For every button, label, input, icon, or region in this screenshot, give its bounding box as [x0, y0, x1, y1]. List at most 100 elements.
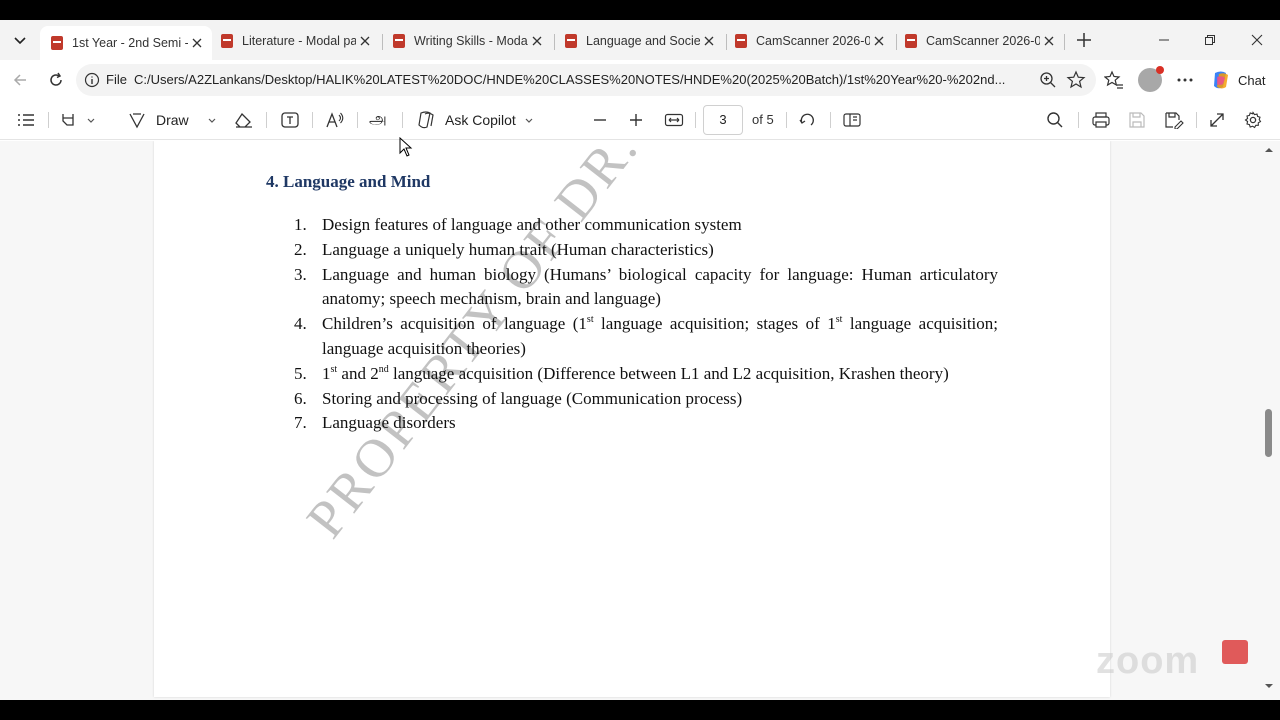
contents-list-icon[interactable] [16, 109, 36, 131]
mouse-cursor-icon [399, 137, 413, 157]
bottom-letterbox [0, 700, 1280, 720]
scrollbar-thumb[interactable] [1265, 409, 1272, 457]
address-row: File C:/Users/A2ZLankans/Desktop/HALIK%2… [0, 60, 1280, 100]
copilot-icon [1214, 71, 1228, 89]
page-number-input[interactable]: 3 [703, 105, 743, 135]
tab-literature[interactable]: Literature - Modal pa [210, 26, 380, 56]
refresh-icon[interactable] [44, 68, 68, 92]
close-tab-icon[interactable] [528, 32, 546, 50]
eraser-icon[interactable] [234, 109, 254, 131]
list-item: 4. Children’s acquisition of language (1s… [286, 312, 998, 362]
tab-camscanner-1[interactable]: CamScanner 2026-02 [724, 26, 894, 56]
toolbar-separator [357, 112, 358, 128]
back-arrow-icon[interactable] [8, 68, 32, 92]
list-number: 1. [294, 215, 307, 234]
copilot-chat-button[interactable]: Chat [1206, 66, 1272, 94]
ask-copilot-button[interactable]: Ask Copilot [416, 109, 534, 131]
highlight-tool-icon[interactable] [60, 109, 96, 131]
page-view-icon[interactable] [842, 109, 862, 131]
zoom-in-plus-icon[interactable] [628, 109, 644, 131]
tab-title: CamScanner 2026-02 [926, 34, 1040, 48]
favorites-icon[interactable] [1102, 68, 1126, 92]
text-segment: Children’s acquisition of language (1 [322, 314, 587, 334]
toolbar-separator [266, 112, 267, 128]
top-letterbox [0, 0, 1280, 20]
save-icon[interactable] [1128, 109, 1146, 131]
tab-title: CamScanner 2026-02 [756, 34, 870, 48]
more-menu-icon[interactable] [1173, 68, 1197, 92]
chevron-down-icon[interactable] [207, 115, 217, 125]
profile-avatar[interactable] [1138, 66, 1164, 92]
search-icon[interactable] [1046, 109, 1064, 131]
settings-gear-icon[interactable] [1244, 109, 1262, 131]
chat-label: Chat [1238, 72, 1266, 88]
app-window: 1st Year - 2nd Semi - Literature - Modal… [0, 0, 1280, 720]
list-number: 6. [294, 388, 307, 408]
close-tab-icon[interactable] [870, 32, 888, 50]
list-item-text: Design features of language and other co… [322, 215, 742, 234]
zoom-out-minus-icon[interactable] [592, 109, 608, 131]
tab-camscanner-2[interactable]: CamScanner 2026-02 [894, 26, 1064, 56]
favorite-star-icon[interactable] [1066, 70, 1086, 90]
tab-1st-year[interactable]: 1st Year - 2nd Semi - [40, 26, 212, 60]
scroll-up-arrow-icon[interactable] [1264, 145, 1274, 155]
save-as-icon[interactable] [1164, 109, 1184, 131]
read-aloud-icon[interactable] [325, 109, 345, 131]
tab-language-society[interactable]: Language and Societ [554, 26, 724, 56]
list-number: 2. [294, 239, 307, 259]
list-item-text: Language and human biology (Humans’ biol… [322, 264, 998, 309]
tab-title: 1st Year - 2nd Semi - [72, 36, 188, 50]
scroll-down-arrow-icon[interactable] [1264, 681, 1274, 691]
zoom-magnifier-icon[interactable] [1038, 70, 1058, 90]
pdf-file-icon [51, 36, 63, 50]
list-item-text: Language disorders [322, 413, 456, 433]
pdf-viewport[interactable]: PROPERTY OF DR. A. 4. Language and Mind … [0, 141, 1280, 700]
fullscreen-expand-icon[interactable] [1208, 109, 1226, 131]
toolbar-separator [312, 112, 313, 128]
rotate-icon[interactable] [798, 109, 818, 131]
pdf-file-icon [221, 34, 233, 48]
copilot-outline-icon [418, 111, 434, 129]
text-segment: language acquisition (Difference between… [388, 363, 949, 383]
list-item-text: Language a uniquely human trait (Human c… [322, 239, 714, 259]
list-item-text: 1st and 2nd language acquisition (Differ… [322, 364, 949, 383]
toolbar-separator [786, 112, 787, 128]
draw-tool-button[interactable]: Draw [128, 109, 217, 131]
pdf-page: PROPERTY OF DR. A. 4. Language and Mind … [154, 141, 1110, 697]
minimize-icon[interactable] [1152, 28, 1176, 52]
pdf-file-icon [735, 34, 747, 48]
vertical-scrollbar[interactable] [1259, 141, 1280, 700]
tab-separator [1064, 34, 1065, 50]
new-tab-plus-icon[interactable] [1072, 28, 1096, 52]
text-segment: 1 [322, 363, 331, 383]
close-tab-icon[interactable] [188, 34, 206, 52]
chevron-down-icon[interactable] [524, 115, 534, 125]
fit-width-icon[interactable] [664, 109, 684, 131]
toolbar-separator [830, 112, 831, 128]
pdf-file-icon [393, 34, 405, 48]
pdf-toolbar: Draw அ Ask Copilot 3 of 5 [0, 100, 1280, 140]
add-text-icon[interactable] [280, 109, 300, 131]
url-text[interactable]: C:/Users/A2ZLankans/Desktop/HALIK%20LATE… [134, 72, 1034, 87]
close-tab-icon[interactable] [356, 32, 374, 50]
list-item: 7. Language disorders [286, 411, 998, 436]
tab-actions-menu-icon[interactable] [8, 28, 32, 52]
pdf-file-icon [565, 34, 577, 48]
chevron-down-icon[interactable] [86, 115, 96, 125]
address-bar[interactable]: File C:/Users/A2ZLankans/Desktop/HALIK%2… [76, 64, 1096, 96]
close-tab-icon[interactable] [1040, 32, 1058, 50]
close-tab-icon[interactable] [700, 32, 718, 50]
close-window-icon[interactable] [1245, 28, 1269, 52]
list-number: 3. [294, 264, 307, 284]
info-icon[interactable] [84, 72, 100, 88]
page-total-label: of 5 [752, 112, 774, 127]
tab-writing-skills[interactable]: Writing Skills - Modal [382, 26, 552, 56]
toolbar-separator [1196, 112, 1197, 128]
section-heading: 4. Language and Mind [266, 172, 431, 191]
translate-icon[interactable]: அ [369, 109, 387, 131]
list-number: 7. [294, 413, 307, 433]
list-item: 1. Design features of language and other … [286, 213, 998, 238]
restore-icon[interactable] [1198, 28, 1222, 52]
toolbar-separator [402, 112, 403, 128]
print-icon[interactable] [1091, 109, 1111, 131]
